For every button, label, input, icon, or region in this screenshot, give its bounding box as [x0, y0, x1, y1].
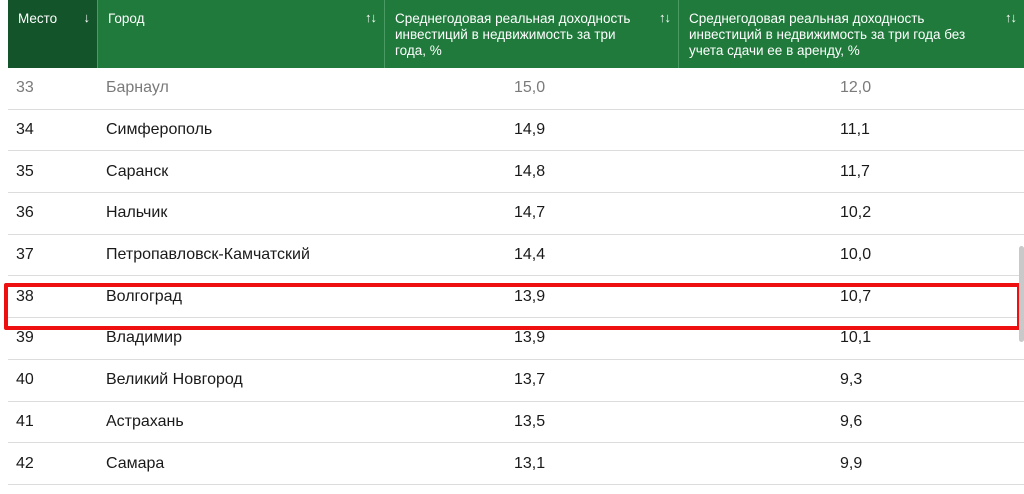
table-row: 35 Саранск 14,8 11,7: [8, 151, 1024, 194]
cell-city: Волгоград: [106, 287, 182, 305]
cell-yield-no-rent: 12,0: [840, 79, 872, 97]
cell-city: Барнаул: [106, 79, 169, 97]
table-row: 41 Астрахань 13,5 9,6: [8, 402, 1024, 444]
cell-yield-no-rent: 10,1: [840, 329, 872, 347]
sort-both-icon[interactable]: ↑↓: [365, 10, 377, 26]
ranking-table: Место ↓ Город ↑↓ Среднегодовая реальная …: [0, 0, 1024, 494]
cell-yield-no-rent: 10,2: [840, 204, 872, 222]
cell-yield: 13,7: [514, 371, 546, 389]
column-header-yield-no-rent-label: Среднегодовая реальная доходность инвест…: [689, 11, 966, 58]
cell-yield-no-rent: 9,6: [840, 412, 863, 430]
table-row-highlighted: 38 Волгоград 13,9 10,7: [8, 276, 1024, 319]
cell-city: Симферополь: [106, 121, 213, 139]
column-header-yield-no-rent[interactable]: Среднегодовая реальная доходность инвест…: [679, 0, 1024, 68]
cell-place: 33: [16, 79, 34, 97]
cell-yield-no-rent: 10,7: [840, 287, 872, 305]
table-header: Место ↓ Город ↑↓ Среднегодовая реальная …: [8, 0, 1024, 68]
cell-place: 40: [16, 371, 34, 389]
cell-place: 36: [16, 204, 34, 222]
cell-city: Нальчик: [106, 204, 168, 222]
sort-both-icon[interactable]: ↑↓: [659, 10, 671, 26]
vertical-scrollbar[interactable]: [1019, 246, 1024, 342]
column-header-city-label: Город: [108, 11, 145, 26]
cell-city: Владимир: [106, 329, 183, 347]
cell-yield: 14,8: [514, 162, 546, 180]
cell-yield-no-rent: 11,1: [840, 121, 870, 139]
column-header-place-label: Место: [18, 11, 58, 26]
cell-yield-no-rent: 10,0: [840, 246, 872, 264]
cell-yield: 14,9: [514, 121, 546, 139]
cell-yield: 15,0: [514, 79, 546, 97]
cell-yield: 13,5: [514, 412, 546, 430]
cell-city: Саранск: [106, 162, 169, 180]
cell-place: 38: [16, 287, 34, 305]
column-header-yield-label: Среднегодовая реальная доходность инвест…: [395, 11, 631, 58]
cell-place: 39: [16, 329, 34, 347]
cell-yield-no-rent: 11,7: [840, 162, 870, 180]
cell-city: Великий Новгород: [106, 371, 243, 389]
table-row: 42 Самара 13,1 9,9: [8, 443, 1024, 485]
arrow-down-icon[interactable]: ↓: [84, 10, 90, 26]
cell-place: 41: [16, 412, 34, 430]
table-row: 34 Симферополь 14,9 11,1: [8, 110, 1024, 152]
cell-city: Самара: [106, 454, 165, 472]
table-row: 33 Барнаул 15,0 12,0: [8, 68, 1024, 110]
column-header-city[interactable]: Город ↑↓: [98, 0, 385, 68]
cell-yield: 14,7: [514, 204, 546, 222]
cell-yield: 13,1: [514, 454, 546, 472]
table-row: 36 Нальчик 14,7 10,2: [8, 193, 1024, 235]
cell-city: Петропавловск-Камчатский: [106, 246, 310, 264]
cell-yield-no-rent: 9,9: [840, 454, 863, 472]
cell-place: 37: [16, 246, 34, 264]
cell-yield: 13,9: [514, 329, 546, 347]
column-header-place[interactable]: Место ↓: [8, 0, 98, 68]
table-body: 33 Барнаул 15,0 12,0 34 Симферополь 14,9…: [8, 68, 1024, 485]
cell-yield: 14,4: [514, 246, 546, 264]
cell-place: 42: [16, 454, 34, 472]
cell-place: 34: [16, 121, 34, 139]
cell-yield-no-rent: 9,3: [840, 371, 863, 389]
column-header-yield[interactable]: Среднегодовая реальная доходность инвест…: [385, 0, 679, 68]
cell-place: 35: [16, 162, 34, 180]
table-row: 40 Великий Новгород 13,7 9,3: [8, 360, 1024, 402]
cell-city: Астрахань: [106, 412, 184, 430]
table-row: 37 Петропавловск-Камчатский 14,4 10,0: [8, 235, 1024, 277]
sort-both-icon[interactable]: ↑↓: [1005, 10, 1017, 26]
cell-yield: 13,9: [514, 287, 546, 305]
table-row: 39 Владимир 13,9 10,1: [8, 318, 1024, 360]
